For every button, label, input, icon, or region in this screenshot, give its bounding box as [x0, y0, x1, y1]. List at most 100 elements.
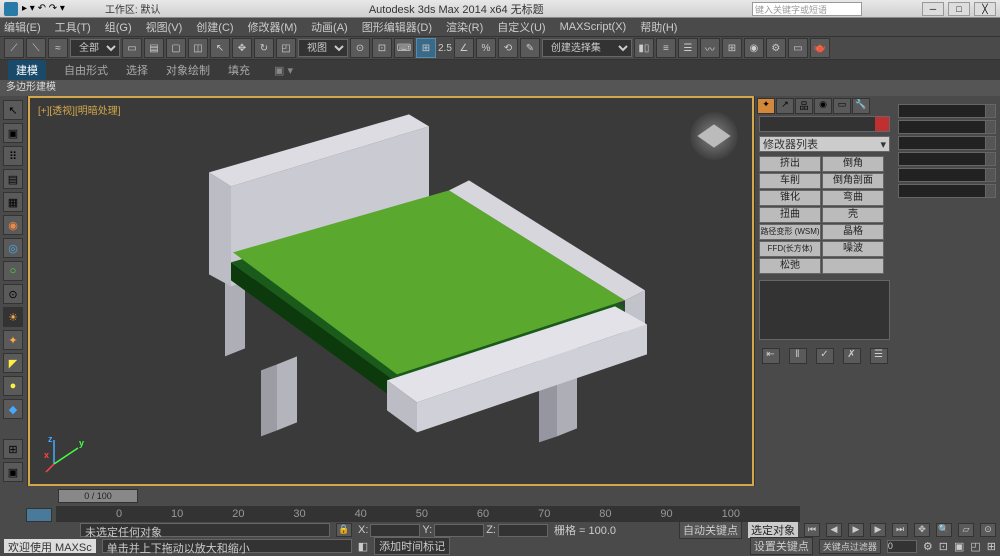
- cmd-tab-utilities-icon[interactable]: 🔧: [852, 98, 870, 114]
- nav-region-icon[interactable]: ◰: [970, 540, 980, 553]
- refcoord-select[interactable]: 视图: [298, 39, 348, 57]
- viewport-label[interactable]: [+][透视][明暗处理]: [38, 102, 121, 117]
- lt-direct-icon[interactable]: ◆: [3, 399, 23, 419]
- spinner-snap-icon[interactable]: ⟲: [498, 38, 518, 58]
- viewport-perspective[interactable]: [+][透视][明暗处理] zyx: [28, 96, 754, 486]
- spinner-4[interactable]: [898, 152, 996, 166]
- spinner-5[interactable]: [898, 168, 996, 182]
- spinner-2[interactable]: [898, 120, 996, 134]
- mod-noise[interactable]: 噪波: [822, 241, 884, 257]
- mod-taper[interactable]: 锥化: [759, 190, 821, 206]
- unlink-icon[interactable]: ⟍: [26, 38, 46, 58]
- ribbon-tab-fill[interactable]: 填充: [228, 62, 250, 78]
- ribbon-tab-select[interactable]: 选择: [126, 62, 148, 78]
- nav-max-icon[interactable]: ⊞: [987, 540, 996, 553]
- menu-help[interactable]: 帮助(H): [640, 19, 677, 35]
- mod-bevelprofile[interactable]: 倒角剖面: [822, 173, 884, 189]
- scene-object-bed[interactable]: [111, 102, 671, 445]
- menu-tools[interactable]: 工具(T): [55, 19, 91, 35]
- play-icon[interactable]: ▶: [848, 523, 864, 537]
- bind-icon[interactable]: ≈: [48, 38, 68, 58]
- play-start-icon[interactable]: ⏮: [804, 523, 820, 537]
- frame-input[interactable]: [887, 540, 917, 553]
- menu-animation[interactable]: 动画(A): [311, 19, 348, 35]
- lt-edge-icon[interactable]: ▤: [3, 169, 23, 189]
- align-icon[interactable]: ≡: [656, 38, 676, 58]
- nav-zoom-icon[interactable]: 🔍: [936, 523, 952, 537]
- nav-pan-icon[interactable]: ✥: [914, 523, 930, 537]
- menu-render[interactable]: 渲染(R): [446, 19, 483, 35]
- mod-empty[interactable]: [822, 258, 884, 274]
- render-setup-icon[interactable]: ⚙: [766, 38, 786, 58]
- nav-orbit-icon[interactable]: ⊙: [980, 523, 996, 537]
- selection-filter[interactable]: 全部: [70, 39, 120, 57]
- coord-x-input[interactable]: [370, 524, 420, 537]
- setkey-button[interactable]: 设置关键点: [750, 537, 813, 555]
- nav-zoomext-icon[interactable]: ▣: [954, 540, 964, 553]
- lt-select-icon[interactable]: ↖: [3, 100, 23, 120]
- cmd-tab-create-icon[interactable]: ✦: [757, 98, 775, 114]
- spinner-6[interactable]: [898, 184, 996, 198]
- coord-y-input[interactable]: [434, 524, 484, 537]
- mod-extrude[interactable]: 挤出: [759, 156, 821, 172]
- ribbon-subheader[interactable]: 多边形建模: [0, 80, 1000, 96]
- coord-z-input[interactable]: [498, 524, 548, 537]
- material-icon[interactable]: ◉: [744, 38, 764, 58]
- mod-bend[interactable]: 弯曲: [822, 190, 884, 206]
- move-icon[interactable]: ✥: [232, 38, 252, 58]
- mod-pathdeform[interactable]: 路径变形 (WSM): [759, 224, 821, 240]
- lt-subobj-icon[interactable]: ▣: [3, 123, 23, 143]
- manip-icon[interactable]: ⊡: [372, 38, 392, 58]
- lt-poly-icon[interactable]: ◉: [3, 215, 23, 235]
- menu-group[interactable]: 组(G): [105, 19, 132, 35]
- viewcube[interactable]: [690, 112, 738, 160]
- modifier-list-dropdown[interactable]: 修改器列表▾: [759, 136, 890, 152]
- mod-shell[interactable]: 壳: [822, 207, 884, 223]
- cmd-tab-motion-icon[interactable]: ◉: [814, 98, 832, 114]
- ribbon-tab-model[interactable]: 建模: [8, 60, 46, 80]
- render-frame-icon[interactable]: ▭: [788, 38, 808, 58]
- object-color-swatch[interactable]: [875, 117, 889, 131]
- stack-pin-icon[interactable]: ⇤: [762, 348, 780, 364]
- mirror-icon[interactable]: ▮▯: [634, 38, 654, 58]
- menu-modifier[interactable]: 修改器(M): [248, 19, 298, 35]
- time-slider[interactable]: 0 / 100: [28, 486, 754, 506]
- named-set-select[interactable]: 创建选择集: [542, 39, 632, 57]
- nav-fov-icon[interactable]: ▱: [958, 523, 974, 537]
- mod-twist[interactable]: 扭曲: [759, 207, 821, 223]
- cmd-tab-display-icon[interactable]: ▭: [833, 98, 851, 114]
- lock-icon[interactable]: 🔒: [336, 523, 352, 537]
- lt-grid-icon[interactable]: ⊞: [3, 439, 23, 459]
- stack-showend-icon[interactable]: ‖: [789, 348, 807, 364]
- lt-vertex-icon[interactable]: ⠿: [3, 146, 23, 166]
- menu-grapheditor[interactable]: 图形编辑器(D): [362, 19, 432, 35]
- menu-view[interactable]: 视图(V): [146, 19, 183, 35]
- select-region-icon[interactable]: ▢: [166, 38, 186, 58]
- modifier-stack[interactable]: [759, 280, 890, 340]
- time-config-icon[interactable]: ⚙: [923, 540, 933, 553]
- select-name-icon[interactable]: ▤: [144, 38, 164, 58]
- scale-icon[interactable]: ◰: [276, 38, 296, 58]
- angle-snap-icon[interactable]: ∠: [454, 38, 474, 58]
- object-name-field[interactable]: [759, 116, 890, 132]
- ribbon-tab-paint[interactable]: 对象绘制: [166, 62, 210, 78]
- menu-maxscript[interactable]: MAXScript(X): [560, 21, 627, 33]
- lt-spot-icon[interactable]: ◤: [3, 353, 23, 373]
- menu-edit[interactable]: 编辑(E): [4, 19, 41, 35]
- lt-maximize-icon[interactable]: ▣: [3, 462, 23, 482]
- select-icon[interactable]: ▭: [122, 38, 142, 58]
- menu-create[interactable]: 创建(C): [196, 19, 233, 35]
- lt-omni-icon[interactable]: ●: [3, 376, 23, 396]
- play-next-icon[interactable]: ▶: [870, 523, 886, 537]
- maximize-button[interactable]: □: [948, 2, 970, 16]
- cmd-tab-hierarchy-icon[interactable]: 品: [795, 98, 813, 114]
- nav-zoomall-icon[interactable]: ⊡: [939, 540, 948, 553]
- autokey-button[interactable]: 自动关键点: [679, 521, 742, 539]
- lt-element-icon[interactable]: ◎: [3, 238, 23, 258]
- workspace-label[interactable]: 工作区: 默认: [105, 1, 161, 16]
- ribbon-tab-freeform[interactable]: 自由形式: [64, 62, 108, 78]
- percent-snap-icon[interactable]: %: [476, 38, 496, 58]
- keyfilter-button[interactable]: 关键点过滤器: [819, 539, 881, 554]
- lt-light2-icon[interactable]: ✦: [3, 330, 23, 350]
- menu-custom[interactable]: 自定义(U): [497, 19, 545, 35]
